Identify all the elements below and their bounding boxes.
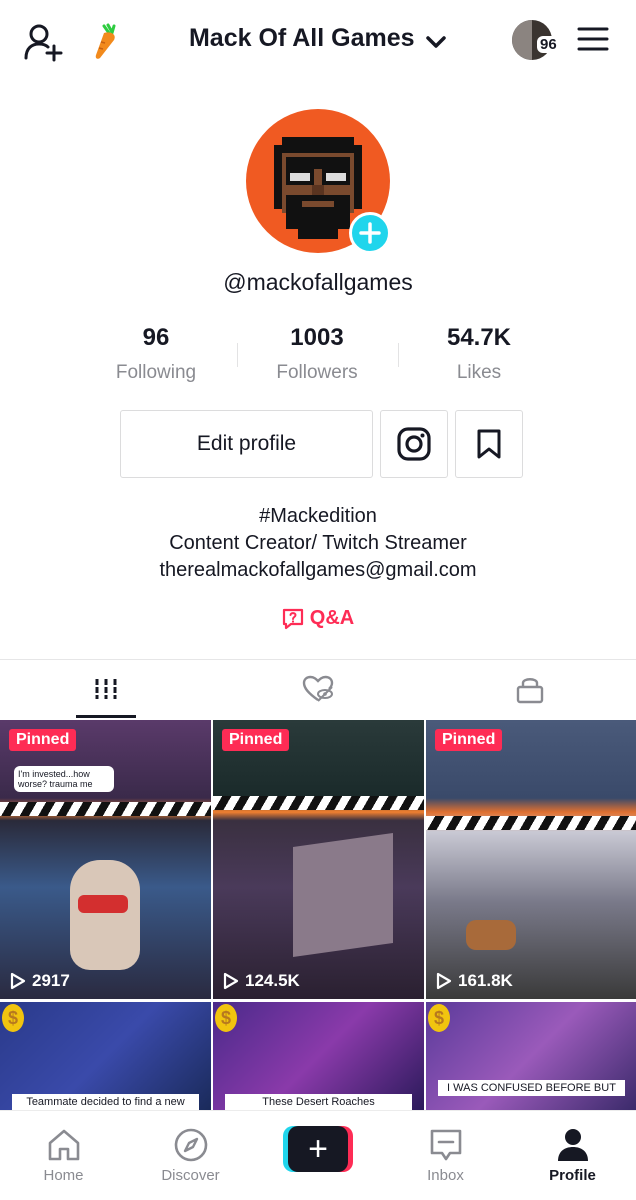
create-button[interactable]: + [283,1126,353,1172]
avatar-badge-count: 96 [537,36,560,53]
pinned-badge: Pinned [222,729,290,751]
add-story-plus-icon[interactable] [349,212,391,254]
bottom-nav: Home Discover + Inbox Profile [0,1110,636,1200]
video-tile[interactable]: I'm invested...how worse? trauma me Pinn… [0,720,211,999]
video-object [293,832,393,958]
qa-label: Q&A [309,607,355,629]
bio-email: therealmackofallgames@gmail.com [159,559,477,581]
instagram-icon [397,427,431,461]
tab-videos[interactable] [0,660,212,718]
nav-profile[interactable]: Profile [509,1111,636,1200]
stat-label: Following [115,362,197,383]
menu-icon[interactable] [577,26,609,52]
bio-line: Content Creator/ Twitch Streamer [169,532,467,554]
profile-handle: @mackofallgames [223,269,413,295]
video-caption: I WAS CONFUSED BEFORE BUT [438,1080,625,1096]
video-tile[interactable]: $ I WAS CONFUSED BEFORE BUT [426,1002,636,1110]
home-icon [48,1129,79,1161]
instagram-button[interactable] [380,410,448,478]
comment-sticker-text: I'm invested...how worse? trauma me [18,769,93,789]
stat-value: 1003 [290,324,344,351]
dollar-icon: $ [428,1004,450,1032]
video-tile[interactable]: Pinned 124.5K [213,720,424,999]
pinned-badge: Pinned [435,729,503,751]
profile-icon [557,1129,588,1161]
chevron-down-icon [426,36,446,48]
stat-followers[interactable]: 1003 Followers [237,324,397,384]
play-icon [223,972,239,990]
qa-icon [282,608,303,629]
liked-hidden-icon [302,675,334,702]
comment-sticker: I'm invested...how worse? trauma me [14,766,114,792]
dollar-icon: $ [215,1004,237,1032]
dollar-icon: $ [2,1004,24,1032]
view-count: 161.8K [436,971,513,991]
view-count: 2917 [10,971,70,991]
edit-profile-button[interactable]: Edit profile [120,410,373,478]
stat-likes[interactable]: 54.7K Likes [399,324,559,384]
play-icon [436,972,452,990]
nav-label: Home [43,1167,84,1184]
bookmark-icon [477,429,501,459]
tab-private[interactable] [424,660,636,718]
qa-button[interactable]: Q&A [0,607,636,630]
play-icon [10,972,26,990]
view-count-value: 124.5K [245,971,300,990]
stat-following[interactable]: 96 Following [76,324,236,384]
video-tile[interactable]: $ These Desert Roaches [213,1002,424,1110]
lock-icon [516,678,544,704]
video-tile[interactable]: Pinned 161.8K [426,720,636,999]
stat-label: Followers [276,362,358,383]
tab-liked[interactable] [212,660,424,718]
pinned-badge: Pinned [9,729,77,751]
videos-grid-icon [95,679,117,699]
view-count: 124.5K [223,971,300,991]
nav-discover[interactable]: Discover [127,1111,254,1200]
video-figure [70,860,140,970]
video-tile[interactable]: $ Teammate decided to find a new [0,1002,211,1110]
account-title: Mack Of All Games [188,24,415,52]
stat-value: 96 [142,324,170,351]
video-prop [78,895,128,913]
active-tab-indicator [76,715,136,718]
bookmark-button[interactable] [455,410,523,478]
inbox-icon [430,1129,461,1161]
nav-label: Profile [549,1167,596,1184]
nav-home[interactable]: Home [0,1111,127,1200]
view-count-value: 161.8K [458,971,513,990]
create-plus-icon: + [288,1126,348,1172]
bio-hashtag[interactable]: #Mackedition [0,505,636,528]
stat-value: 54.7K [446,324,512,351]
top-bar: Mack Of All Games 96 [0,0,636,82]
nav-label: Discover [161,1167,220,1184]
nav-label: Inbox [427,1167,464,1184]
video-figure [466,920,516,950]
view-count-value: 2917 [32,971,70,990]
video-caption: Teammate decided to find a new [12,1094,199,1110]
stat-label: Likes [456,362,502,383]
compass-icon [174,1128,207,1162]
nav-inbox[interactable]: Inbox [382,1111,509,1200]
video-caption: These Desert Roaches [225,1094,412,1110]
